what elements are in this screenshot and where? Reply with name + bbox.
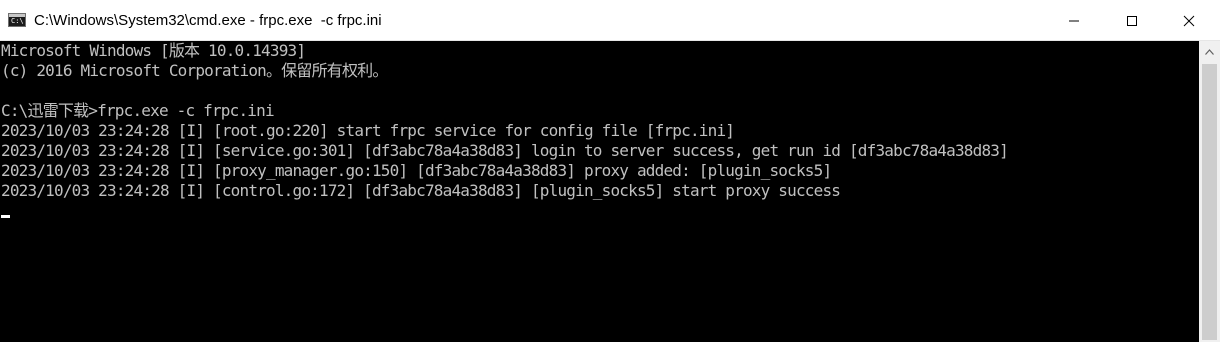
console-line: (c) 2016 Microsoft Corporation。保留所有权利。	[1, 61, 388, 80]
scroll-up-arrow-icon	[1205, 48, 1214, 55]
close-icon	[1183, 15, 1195, 26]
cmd-icon[interactable]: C:\	[8, 13, 26, 27]
window-title: C:\Windows\System32\cmd.exe - frpc.exe -…	[34, 12, 382, 29]
cmd-icon-text: C:\	[11, 17, 24, 25]
vertical-scrollbar[interactable]	[1199, 41, 1220, 342]
close-button[interactable]	[1166, 0, 1212, 41]
maximize-icon	[1127, 15, 1137, 26]
maximize-button[interactable]	[1109, 0, 1155, 41]
console-line: 2023/10/03 23:24:28 [I] [service.go:301]…	[1, 141, 1009, 160]
console-line: 2023/10/03 23:24:28 [I] [root.go:220] st…	[1, 121, 735, 140]
console-line: 2023/10/03 23:24:28 [I] [control.go:172]…	[1, 181, 841, 200]
scroll-up-button[interactable]	[1199, 41, 1220, 62]
title-bar[interactable]: C:\ C:\Windows\System32\cmd.exe - frpc.e…	[0, 0, 1220, 41]
console-line: 2023/10/03 23:24:28 [I] [proxy_manager.g…	[1, 161, 832, 180]
minimize-button[interactable]	[1051, 0, 1097, 41]
cmd-window: C:\ C:\Windows\System32\cmd.exe - frpc.e…	[0, 0, 1220, 342]
scrollbar-thumb[interactable]	[1202, 64, 1217, 340]
console-line: C:\迅雷下载>frpc.exe -c frpc.ini	[1, 101, 275, 120]
console-output[interactable]: Microsoft Windows [版本 10.0.14393] (c) 20…	[0, 41, 1199, 342]
console-line: Microsoft Windows [版本 10.0.14393]	[1, 41, 306, 60]
text-cursor	[1, 215, 10, 218]
minimize-icon	[1069, 20, 1079, 21]
